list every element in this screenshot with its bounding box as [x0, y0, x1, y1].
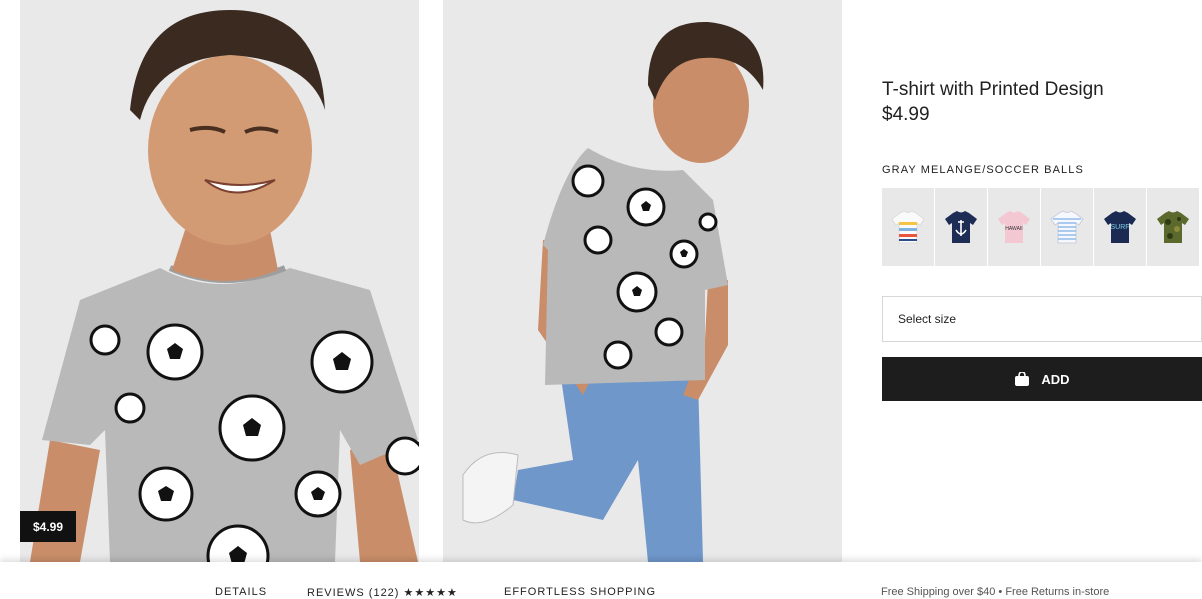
selected-color-name: GRAY MELANGE/SOCCER BALLS: [882, 164, 1084, 176]
svg-text:SURF: SURF: [1110, 224, 1129, 231]
add-button-label: ADD: [1041, 371, 1070, 387]
color-swatches: HAWAII SURF: [882, 188, 1199, 266]
size-select[interactable]: Select size: [882, 296, 1202, 342]
product-photo-front[interactable]: [20, 0, 419, 562]
price-tag: $4.99: [20, 511, 76, 542]
shipping-note: Free Shipping over $40 • Free Returns in…: [881, 586, 1110, 598]
tshirt-icon: [891, 210, 925, 244]
swatch-blue-striped[interactable]: [1041, 188, 1093, 266]
tshirt-icon: SURF: [1104, 211, 1136, 243]
size-select-label: Select size: [898, 312, 957, 326]
tshirt-icon: [1050, 210, 1084, 244]
shopping-bag-icon: [1015, 372, 1030, 386]
swatch-white-striped[interactable]: [882, 188, 934, 266]
tshirt-icon: HAWAII: [998, 211, 1030, 243]
boy-smiling-image: [20, 0, 419, 562]
product-info-panel: T-shirt with Printed Design $4.99 GRAY M…: [882, 0, 1202, 562]
product-title: T-shirt with Printed Design: [882, 79, 1104, 100]
swatch-pink-hawaii[interactable]: HAWAII: [988, 188, 1040, 266]
svg-text:HAWAII: HAWAII: [1005, 226, 1022, 232]
swatch-navy-anchor[interactable]: [935, 188, 987, 266]
product-photo-walking[interactable]: [443, 0, 842, 562]
tab-effortless-shopping[interactable]: EFFORTLESS SHOPPING: [504, 586, 656, 598]
tshirt-icon: [945, 211, 977, 243]
product-price: $4.99: [882, 104, 930, 125]
swatch-navy-surf[interactable]: SURF: [1094, 188, 1146, 266]
add-to-bag-button[interactable]: ADD: [882, 357, 1202, 401]
tab-details[interactable]: DETAILS: [215, 586, 267, 598]
swatch-camo-green[interactable]: [1147, 188, 1199, 266]
boy-walking-image: [443, 0, 842, 562]
tshirt-icon: [1157, 211, 1189, 243]
bottom-tab-bar: DETAILS REVIEWS (122) ★★★★★ EFFORTLESS S…: [0, 562, 1202, 599]
